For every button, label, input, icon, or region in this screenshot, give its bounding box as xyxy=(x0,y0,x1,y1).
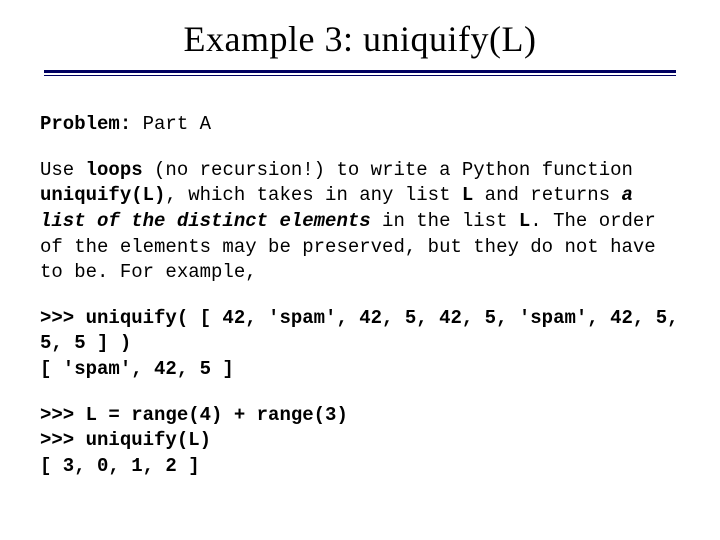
problem-part: Part A xyxy=(131,113,211,135)
text: and returns xyxy=(473,184,621,206)
slide-title: Example 3: uniquify(L) xyxy=(40,18,680,60)
text-bold: loops xyxy=(86,159,143,181)
code-line: [ 3, 0, 1, 2 ] xyxy=(40,454,680,480)
text: (no recursion!) to write a Python functi… xyxy=(143,159,633,181)
code-line: >>> uniquify(L) xyxy=(40,428,680,454)
slide-body: Problem: Part A Use loops (no recursion!… xyxy=(40,112,680,480)
code-inline: uniquify(L) xyxy=(40,184,165,206)
code-inline: L xyxy=(462,184,473,206)
text: Use xyxy=(40,159,86,181)
problem-description: Use loops (no recursion!) to write a Pyt… xyxy=(40,158,680,286)
example-2: >>> L = range(4) + range(3) >>> uniquify… xyxy=(40,403,680,480)
title-underline xyxy=(44,70,676,76)
rule-thick xyxy=(44,70,676,73)
text: , which takes in any list xyxy=(165,184,461,206)
code-line: >>> L = range(4) + range(3) xyxy=(40,403,680,429)
code-line: [ 'spam', 42, 5 ] xyxy=(40,357,680,383)
problem-heading: Problem: Part A xyxy=(40,112,680,138)
slide: Example 3: uniquify(L) Problem: Part A U… xyxy=(0,0,720,540)
text: in the list xyxy=(371,210,519,232)
example-1: >>> uniquify( [ 42, 'spam', 42, 5, 42, 5… xyxy=(40,306,680,383)
problem-label: Problem: xyxy=(40,113,131,135)
code-line: >>> uniquify( [ 42, 'spam', 42, 5, 42, 5… xyxy=(40,306,680,357)
rule-thin xyxy=(44,75,676,76)
code-inline: L xyxy=(519,210,530,232)
